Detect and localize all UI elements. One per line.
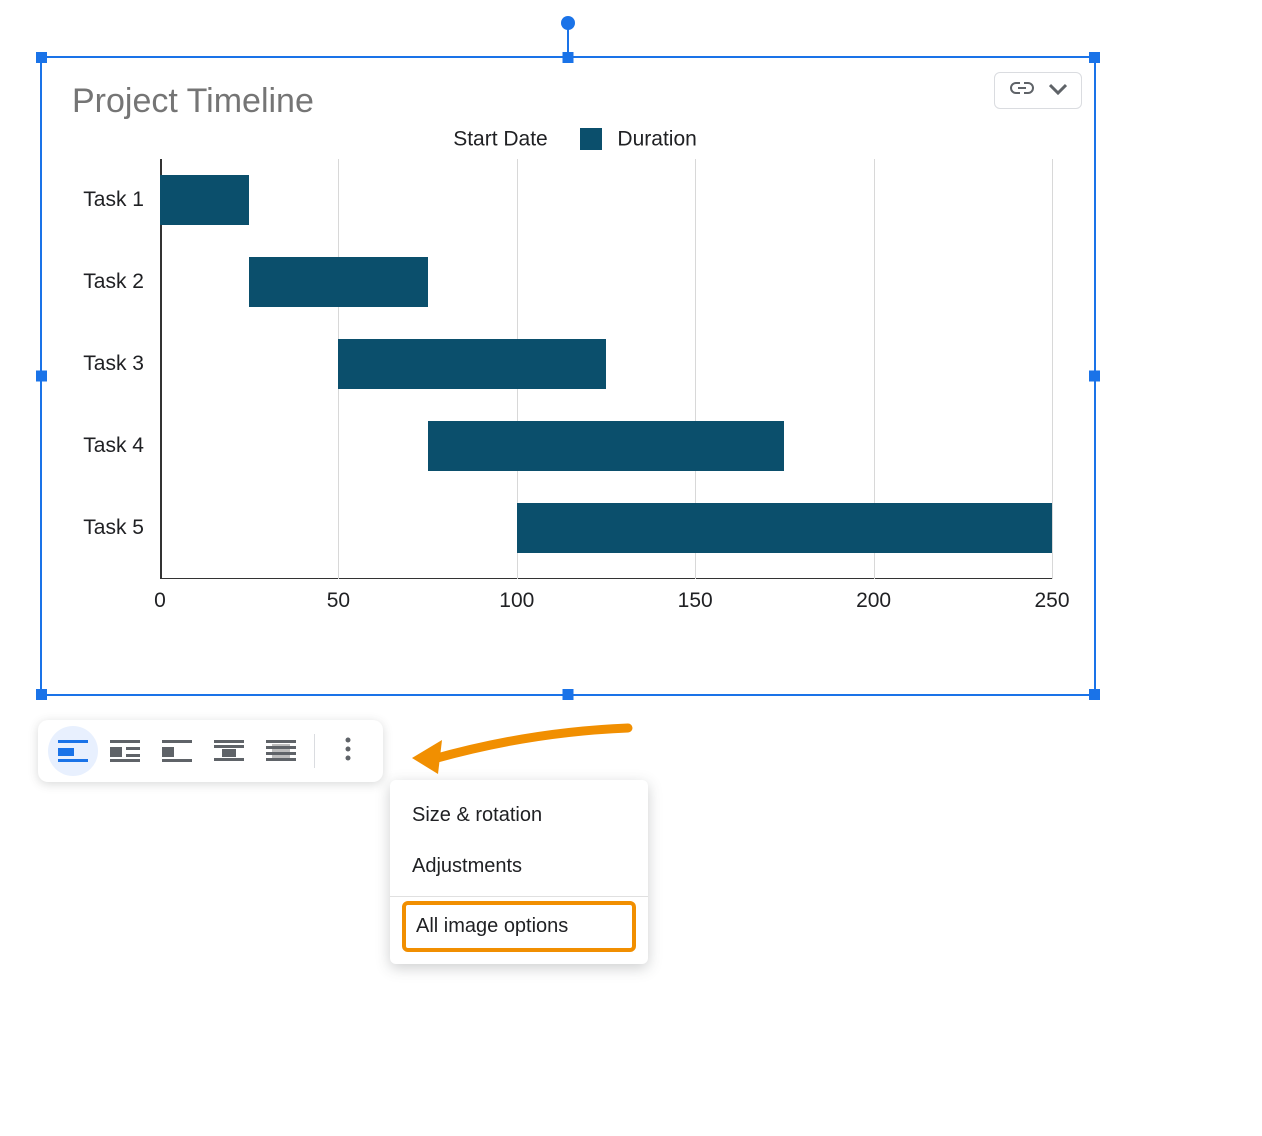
x-tick: 250 xyxy=(1034,589,1069,613)
wrap-right-button[interactable] xyxy=(100,726,150,776)
inline-wrap-button[interactable] xyxy=(48,726,98,776)
legend-series-2: Duration xyxy=(617,127,696,150)
menu-item-size-rotation[interactable]: Size & rotation xyxy=(390,790,648,841)
bar xyxy=(517,503,1052,553)
more-vert-icon xyxy=(345,737,351,766)
x-tick-labels: 050100150200250 xyxy=(160,583,1052,613)
rotate-line xyxy=(567,28,569,52)
rotate-handle[interactable] xyxy=(561,16,575,30)
chart-title: Project Timeline xyxy=(72,82,1078,121)
behind-text-button[interactable] xyxy=(256,726,306,776)
chart-plot: Task 1 Task 2 Task 3 Task 4 Task 5 xyxy=(160,159,1052,579)
x-tick: 50 xyxy=(327,589,350,613)
chart-legend: Start Date Duration xyxy=(72,127,1078,151)
category-label: Task 3 xyxy=(83,352,144,376)
x-axis xyxy=(160,578,1052,580)
image-toolbar xyxy=(38,720,383,782)
image-options-menu: Size & rotation Adjustments All image op… xyxy=(390,780,648,964)
bar-row: Task 4 xyxy=(160,421,1052,471)
menu-item-all-image-options[interactable]: All image options xyxy=(402,901,636,952)
bar-row: Task 1 xyxy=(160,175,1052,225)
legend-series-1: Start Date xyxy=(453,127,548,150)
break-text-button[interactable] xyxy=(204,726,254,776)
category-label: Task 2 xyxy=(83,270,144,294)
x-tick: 100 xyxy=(499,589,534,613)
bar xyxy=(160,175,249,225)
menu-separator xyxy=(390,896,648,897)
bar-row: Task 5 xyxy=(160,503,1052,553)
menu-item-adjustments[interactable]: Adjustments xyxy=(390,841,648,892)
x-tick: 0 xyxy=(154,589,166,613)
x-tick: 200 xyxy=(856,589,891,613)
legend-swatch xyxy=(580,128,602,150)
bar-row: Task 2 xyxy=(160,257,1052,307)
category-label: Task 1 xyxy=(83,188,144,212)
bar xyxy=(249,257,427,307)
toolbar-divider xyxy=(314,734,315,768)
x-tick: 150 xyxy=(678,589,713,613)
wrap-left-button[interactable] xyxy=(152,726,202,776)
more-options-button[interactable] xyxy=(323,726,373,776)
chart-area: Project Timeline Start Date Duration Tas… xyxy=(42,58,1094,694)
bar xyxy=(428,421,785,471)
category-label: Task 5 xyxy=(83,516,144,540)
category-label: Task 4 xyxy=(83,434,144,458)
gridline xyxy=(1052,159,1053,579)
bar-row: Task 3 xyxy=(160,339,1052,389)
bar xyxy=(338,339,606,389)
chart-object[interactable]: Project Timeline Start Date Duration Tas… xyxy=(40,56,1096,696)
